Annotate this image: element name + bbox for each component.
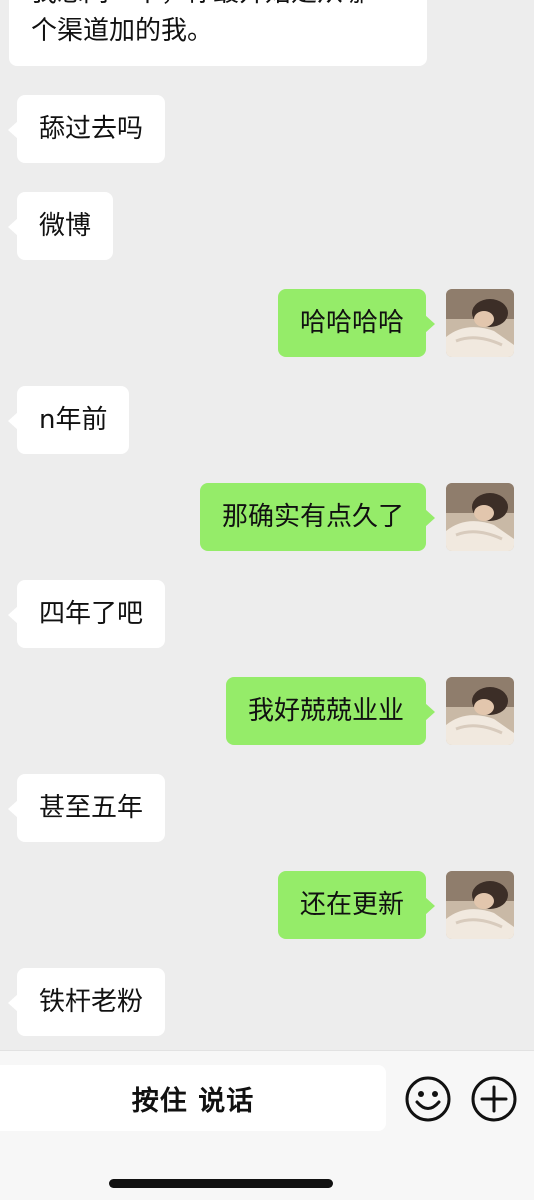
message-bubble-incoming[interactable]: 铁杆老粉	[7, 968, 166, 1036]
avatar-photo	[446, 677, 514, 745]
avatar-photo	[446, 871, 514, 939]
message-text: 那确实有点久了	[221, 502, 404, 532]
message-text: 哈哈哈哈	[299, 308, 404, 338]
message-text: 舔过去吗	[39, 114, 144, 144]
plus-circle-icon[interactable]	[470, 1075, 518, 1123]
message-bubble-incoming[interactable]: 甚至五年	[7, 774, 166, 842]
message-bubble-outgoing[interactable]: 哈哈哈哈	[277, 289, 436, 357]
message-text: 铁杆老粉	[39, 987, 144, 1017]
message-text: 甚至五年	[39, 793, 144, 823]
hold-to-talk-button[interactable]: 按住 说话	[0, 1065, 386, 1131]
message-text: 微博	[39, 211, 92, 241]
user-avatar[interactable]	[446, 677, 514, 745]
message-text: 还在更新	[299, 890, 404, 920]
home-indicator[interactable]	[109, 1179, 333, 1188]
smiley-face-icon[interactable]	[404, 1075, 452, 1123]
chat-message-list[interactable]: 我想问一下，你最开始是从哪 个渠道加的我。 舔过去吗 微博 哈哈哈哈 n年前 那…	[0, 0, 534, 1050]
user-avatar[interactable]	[446, 483, 514, 551]
message-bubble-outgoing[interactable]: 还在更新	[277, 871, 436, 939]
chat-input-bar: 按住 说话	[0, 1050, 534, 1200]
user-avatar[interactable]	[446, 871, 514, 939]
message-bubble-incoming[interactable]: 舔过去吗	[7, 95, 166, 163]
message-text-line-clipped: 我想问一下，你最开始是从哪	[31, 0, 369, 10]
message-text: 四年了吧	[39, 599, 144, 629]
message-bubble-outgoing[interactable]: 我好兢兢业业	[225, 677, 436, 745]
avatar-photo	[446, 483, 514, 551]
message-bubble-incoming[interactable]: 四年了吧	[7, 580, 166, 648]
message-bubble-incoming[interactable]: 微博	[7, 192, 114, 260]
message-bubble-outgoing[interactable]: 那确实有点久了	[199, 483, 436, 551]
message-text: 我好兢兢业业	[247, 696, 404, 726]
message-text: n年前	[39, 405, 108, 435]
avatar-photo	[446, 289, 514, 357]
message-bubble-incoming[interactable]: n年前	[7, 386, 130, 454]
message-bubble-incoming[interactable]: 我想问一下，你最开始是从哪 个渠道加的我。	[9, 0, 427, 66]
message-text: 个渠道加的我。	[31, 16, 214, 46]
user-avatar[interactable]	[446, 289, 514, 357]
